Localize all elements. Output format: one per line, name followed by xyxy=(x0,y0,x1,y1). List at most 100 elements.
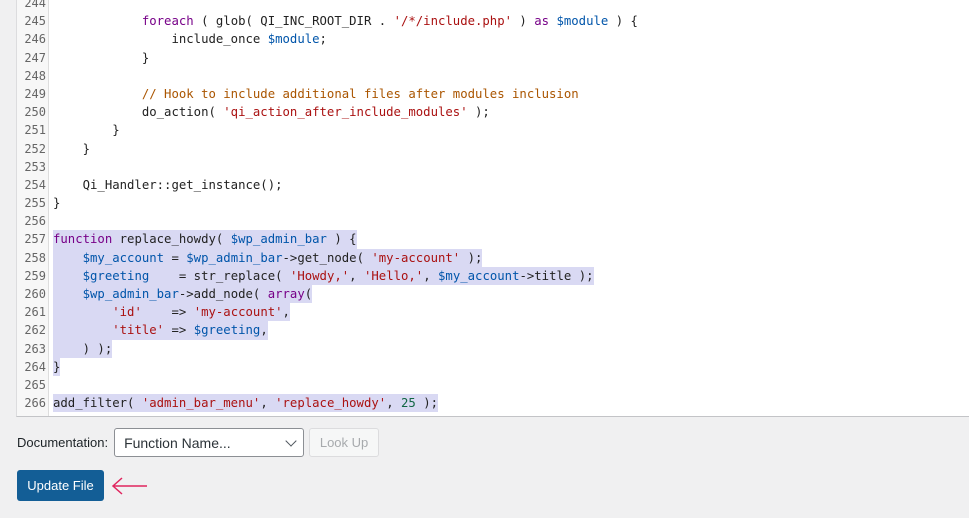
code-line[interactable]: 264} xyxy=(17,357,969,376)
code-token: ->get_node( xyxy=(282,250,372,265)
code-token: , xyxy=(260,323,268,338)
documentation-label: Documentation: xyxy=(17,435,109,450)
code-token: } xyxy=(53,359,61,374)
line-number: 257 xyxy=(24,232,46,247)
line-number: 259 xyxy=(24,268,46,283)
code-token: ); xyxy=(415,396,439,411)
code-token: , xyxy=(260,396,276,411)
code-token: array xyxy=(267,287,305,301)
line-code: ) ); xyxy=(53,339,113,358)
line-number: 261 xyxy=(24,305,46,320)
line-code: } xyxy=(53,140,90,158)
code-token: $greeting xyxy=(82,268,150,283)
code-token: // Hook to include additional files afte… xyxy=(141,86,579,101)
code-token: as xyxy=(534,14,550,29)
code-token: ); xyxy=(460,250,483,265)
code-token: ) { xyxy=(608,14,638,29)
code-token: } xyxy=(53,141,91,156)
update-file-button[interactable]: Update File xyxy=(17,470,104,501)
line-number: 250 xyxy=(24,105,46,120)
line-code: add_filter( 'admin_bar_menu', 'replace_h… xyxy=(53,394,439,413)
line-number: 248 xyxy=(24,68,46,83)
code-editor[interactable]: 244 245 foreach ( glob( QI_INC_ROOT_DIR .… xyxy=(16,0,969,417)
line-number: 244 xyxy=(24,0,46,10)
code-line[interactable]: 250 do_action( 'qi_action_after_include_… xyxy=(17,103,969,121)
code-token: ->title ); xyxy=(519,268,594,283)
code-line[interactable]: 258 $my_account = $wp_admin_bar->get_nod… xyxy=(17,248,969,267)
code-token: , xyxy=(349,268,364,283)
code-token: $my_account xyxy=(438,268,520,283)
code-token: , xyxy=(386,396,401,411)
code-token: 'admin_bar_menu' xyxy=(141,396,261,411)
code-token: add_filter( xyxy=(53,396,142,411)
look-up-button[interactable]: Look Up xyxy=(309,428,380,457)
select-value: Function Name... xyxy=(124,434,231,451)
line-code: } xyxy=(53,194,60,212)
line-number: 252 xyxy=(24,141,46,156)
code-token: 'title' xyxy=(112,323,165,338)
line-number: 253 xyxy=(24,159,46,174)
code-token: ); xyxy=(467,105,490,120)
line-code: $my_account = $wp_admin_bar->get_node( '… xyxy=(53,248,483,267)
code-token: = xyxy=(164,250,187,265)
line-number: 258 xyxy=(24,250,46,265)
function-name-select[interactable]: Function Name... xyxy=(114,428,305,457)
code-token: 'Hello,' xyxy=(363,268,424,283)
code-lines[interactable]: 244 245 foreach ( glob( QI_INC_ROOT_DIR .… xyxy=(17,0,969,413)
documentation-row: Documentation: Function Name... Look Up xyxy=(17,428,380,457)
line-code: 'title' => $greeting, xyxy=(53,321,268,340)
code-line[interactable]: 255} xyxy=(17,194,969,212)
line-code: function replace_howdy( $wp_admin_bar ) … xyxy=(53,230,357,249)
line-code: Qi_Handler::get_instance(); xyxy=(53,176,283,194)
code-line[interactable]: 252 } xyxy=(17,140,969,158)
code-token: 'Howdy,' xyxy=(289,268,350,283)
code-line[interactable]: 261 'id' => 'my-account', xyxy=(17,303,969,322)
line-number: 263 xyxy=(24,341,46,356)
code-token: ) xyxy=(512,14,535,29)
code-token: } xyxy=(53,50,150,65)
code-line[interactable]: 245 foreach ( glob( QI_INC_ROOT_DIR . '/… xyxy=(17,12,969,30)
line-number: 256 xyxy=(24,214,46,229)
line-number: 255 xyxy=(24,196,46,211)
code-line[interactable]: 260 $wp_admin_bar->add_node( array( xyxy=(17,285,969,304)
chevron-down-icon xyxy=(285,434,297,447)
code-line[interactable]: 251 } xyxy=(17,121,969,139)
code-line[interactable]: 263 ) ); xyxy=(17,339,969,358)
line-number: 254 xyxy=(24,177,46,192)
code-line[interactable]: 247 } xyxy=(17,49,969,67)
code-line[interactable]: 254 Qi_Handler::get_instance(); xyxy=(17,176,969,194)
code-line[interactable]: 265 xyxy=(17,376,969,394)
line-number: 247 xyxy=(24,50,46,65)
code-token: $wp_admin_bar xyxy=(186,250,283,265)
code-line[interactable]: 257 function replace_howdy( $wp_admin_bar… xyxy=(17,230,969,249)
code-token: Qi_Handler::get_instance(); xyxy=(53,177,283,192)
code-token: , xyxy=(282,305,290,320)
code-token: ( glob( QI_INC_ROOT_DIR . xyxy=(193,14,394,29)
code-line[interactable]: 256 xyxy=(17,212,969,230)
code-token: } xyxy=(53,123,120,138)
code-token: } xyxy=(53,196,61,211)
line-code: $wp_admin_bar->add_node( array( xyxy=(53,285,313,304)
code-token: => xyxy=(164,323,194,338)
line-number: 266 xyxy=(24,396,46,411)
code-token: include_once xyxy=(53,32,268,47)
code-token: 'qi_action_after_include_modules' xyxy=(223,105,468,120)
code-line[interactable]: 253 xyxy=(17,158,969,176)
code-line[interactable]: 248 xyxy=(17,67,969,85)
code-token: '/*/include.php' xyxy=(393,14,513,29)
code-token: $module xyxy=(556,14,609,29)
code-token: 25 xyxy=(401,396,416,411)
code-line[interactable]: 249 // Hook to include additional files … xyxy=(17,85,969,103)
line-number: 265 xyxy=(24,377,46,392)
code-line[interactable]: 244 xyxy=(17,0,969,12)
code-line[interactable]: 246 include_once $module; xyxy=(17,30,969,48)
code-line[interactable]: 262 'title' => $greeting, xyxy=(17,321,969,340)
code-token: replace_howdy( xyxy=(112,232,231,247)
code-line[interactable]: 259 $greeting = str_replace( 'Howdy,', '… xyxy=(17,266,969,286)
annotation-arrow-icon xyxy=(111,477,147,495)
code-line[interactable]: 266 add_filter( 'admin_bar_menu', 'replac… xyxy=(17,394,969,413)
